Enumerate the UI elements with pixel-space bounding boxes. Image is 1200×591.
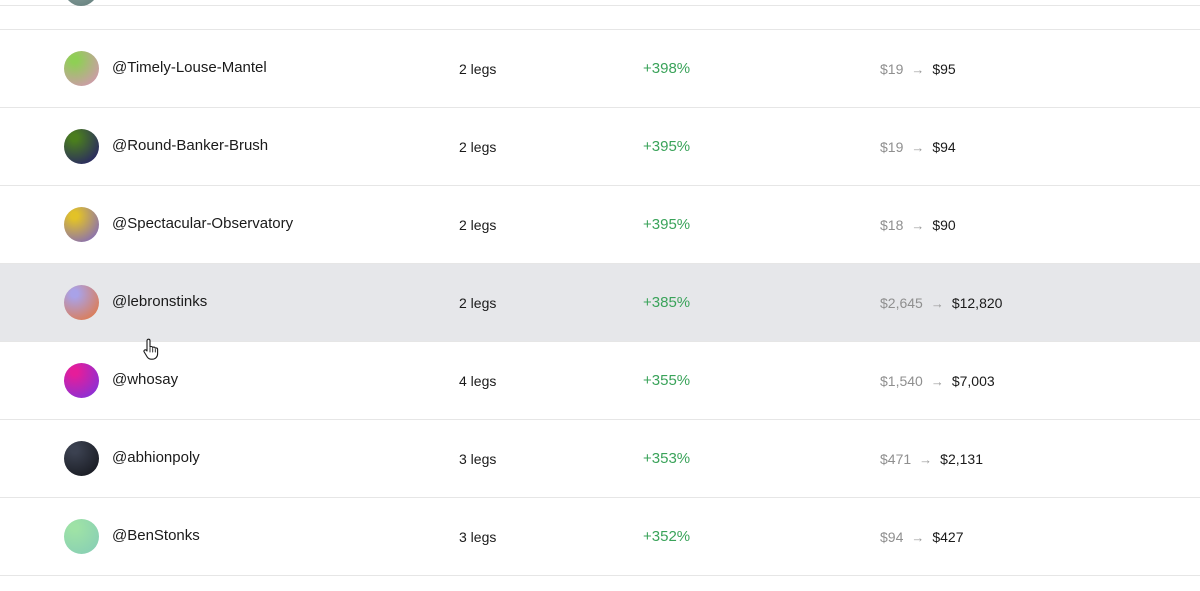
value-change: $19 → $95 (880, 61, 956, 77)
username-link[interactable]: @Timely-Louse-Mantel (112, 59, 267, 76)
table-row[interactable]: @Spectacular-Observatory 2 legs +395% $18 → $… (0, 185, 1200, 263)
table-row[interactable]: @abhionpoly 3 legs +353% $471 → $2,131 (0, 419, 1200, 497)
arrow-right-icon: → (911, 529, 925, 545)
return-percent: +398% (643, 60, 691, 77)
start-value: $1,540 (880, 373, 923, 389)
avatar[interactable] (64, 129, 99, 164)
end-value: $90 (932, 217, 956, 233)
return-percent: +353% (643, 450, 691, 467)
avatar[interactable] (64, 207, 99, 242)
arrow-right-icon: → (930, 295, 944, 311)
username-link[interactable]: @lebronstinks (112, 293, 207, 310)
start-value: $19 (880, 61, 904, 77)
previous-row-edge (0, 0, 1200, 6)
end-value: $427 (932, 529, 964, 545)
avatar (64, 0, 98, 6)
table-row[interactable]: @Round-Banker-Brush 2 legs +395% $19 → $94 (0, 107, 1200, 185)
avatar[interactable] (64, 441, 99, 476)
value-change: $471 → $2,131 (880, 451, 983, 467)
avatar[interactable] (64, 519, 99, 554)
avatar[interactable] (64, 51, 99, 86)
end-value: $12,820 (951, 295, 1003, 311)
username-link[interactable]: @whosay (112, 371, 178, 388)
username-link[interactable]: @abhionpoly (112, 449, 200, 466)
value-change: $94 → $427 (880, 529, 964, 545)
arrow-right-icon: → (911, 61, 925, 77)
start-value: $471 (880, 451, 912, 467)
avatar[interactable] (64, 285, 99, 320)
value-change: $19 → $94 (880, 139, 956, 155)
legs-count: 2 legs (459, 139, 497, 155)
end-value: $7,003 (951, 373, 995, 389)
legs-count: 3 legs (459, 529, 497, 545)
table-row[interactable]: @lebronstinks 2 legs +385% $2,645 → $12,820 (0, 263, 1200, 341)
leaderboard-list: @Timely-Louse-Mantel 2 legs +398% $19 → $95 @R… (0, 29, 1200, 576)
start-value: $19 (880, 139, 904, 155)
end-value: $95 (932, 61, 956, 77)
arrow-right-icon: → (919, 451, 933, 467)
value-change: $1,540 → $7,003 (880, 373, 995, 389)
legs-count: 3 legs (459, 451, 497, 467)
arrow-right-icon: → (911, 139, 925, 155)
end-value: $94 (932, 139, 956, 155)
start-value: $18 (880, 217, 904, 233)
return-percent: +395% (643, 138, 691, 155)
start-value: $2,645 (880, 295, 923, 311)
arrow-right-icon: → (911, 217, 925, 233)
legs-count: 4 legs (459, 373, 497, 389)
table-row[interactable]: @whosay 4 legs +355% $1,540 → $7,003 (0, 341, 1200, 419)
table-row[interactable]: @BenStonks 3 legs +352% $94 → $427 (0, 497, 1200, 576)
return-percent: +395% (643, 216, 691, 233)
value-change: $2,645 → $12,820 (880, 295, 1002, 311)
username-link[interactable]: @Spectacular-Observatory (112, 215, 293, 232)
legs-count: 2 legs (459, 61, 497, 77)
username-link[interactable]: @Round-Banker-Brush (112, 137, 268, 154)
username-link[interactable]: @BenStonks (112, 527, 200, 544)
hand-pointer-icon (143, 338, 159, 360)
start-value: $94 (880, 529, 904, 545)
table-row[interactable]: @Timely-Louse-Mantel 2 legs +398% $19 → $95 (0, 29, 1200, 107)
return-percent: +385% (643, 294, 691, 311)
arrow-right-icon: → (930, 373, 944, 389)
legs-count: 2 legs (459, 295, 497, 311)
return-percent: +355% (643, 372, 691, 389)
value-change: $18 → $90 (880, 217, 956, 233)
end-value: $2,131 (940, 451, 983, 467)
leaderboard-page: @Timely-Louse-Mantel 2 legs +398% $19 → $95 @R… (0, 0, 1200, 591)
legs-count: 2 legs (459, 217, 497, 233)
avatar[interactable] (64, 363, 99, 398)
return-percent: +352% (643, 528, 691, 545)
